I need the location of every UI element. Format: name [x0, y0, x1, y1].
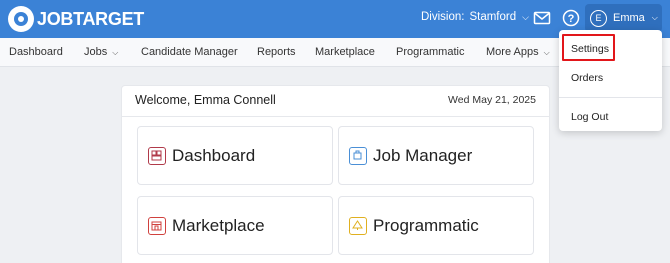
division-value: Stamford [469, 11, 517, 23]
tile-programmatic[interactable]: Programmatic [338, 196, 534, 255]
logo-icon [8, 6, 34, 32]
welcome-card: Welcome, Emma Connell Wed May 21, 2025 D… [121, 85, 550, 263]
user-name: Emma [613, 12, 645, 24]
nav-marketplace[interactable]: Marketplace [315, 46, 375, 58]
current-date: Wed May 21, 2025 [448, 94, 536, 106]
nav-programmatic[interactable]: Programmatic [396, 46, 464, 58]
nav-label: Marketplace [315, 46, 375, 58]
tile-marketplace[interactable]: Marketplace [137, 196, 333, 255]
nav-label: More Apps [486, 46, 539, 58]
jobtarget-logo[interactable]: JOBTARGET [8, 6, 144, 32]
nav-label: Dashboard [9, 46, 63, 58]
divider [559, 97, 662, 98]
tile-dashboard[interactable]: Dashboard [137, 126, 333, 185]
division-label: Division: [421, 11, 465, 23]
chevron-down-icon: ⌵ [651, 13, 658, 22]
nav-label: Candidate Manager [141, 46, 238, 58]
chevron-down-icon: ⌵ [112, 48, 119, 57]
programmatic-icon [349, 216, 367, 235]
tile-label: Programmatic [373, 215, 479, 235]
tile-label: Marketplace [172, 215, 265, 235]
nav-label: Reports [257, 46, 296, 58]
nav-jobs[interactable]: Jobs ⌵ [84, 46, 118, 58]
menu-item-log-out[interactable]: Log Out [571, 111, 608, 123]
user-menu-button[interactable]: E Emma ⌵ [585, 4, 662, 32]
nav-more-apps[interactable]: More Apps ⌵ [486, 46, 550, 58]
nav-label: Programmatic [396, 46, 465, 58]
divider [122, 116, 549, 117]
division-selector[interactable]: Division: Stamford ⌵ [421, 11, 529, 23]
welcome-text: Welcome, Emma Connell [135, 93, 276, 107]
svg-text:?: ? [568, 13, 575, 25]
dashboard-icon [148, 146, 166, 165]
tile-label: Dashboard [172, 145, 256, 165]
chevron-down-icon: ⌵ [522, 11, 529, 22]
chevron-down-icon: ⌵ [543, 48, 550, 57]
settings-highlight-box [562, 34, 615, 61]
nav-dashboard[interactable]: Dashboard [9, 46, 63, 58]
nav-label: Jobs [84, 46, 108, 58]
help-icon[interactable]: ? [562, 9, 580, 27]
marketplace-icon [148, 216, 166, 235]
menu-item-orders[interactable]: Orders [571, 72, 603, 84]
mail-icon[interactable] [533, 9, 551, 27]
nav-candidate-manager[interactable]: Candidate Manager [141, 46, 238, 58]
logo-text: JOBTARGET [37, 8, 144, 29]
job-manager-icon [349, 146, 367, 165]
tile-label: Job Manager [373, 145, 473, 165]
avatar: E [590, 9, 607, 27]
tile-job-manager[interactable]: Job Manager [338, 126, 534, 185]
nav-reports[interactable]: Reports [257, 46, 296, 58]
